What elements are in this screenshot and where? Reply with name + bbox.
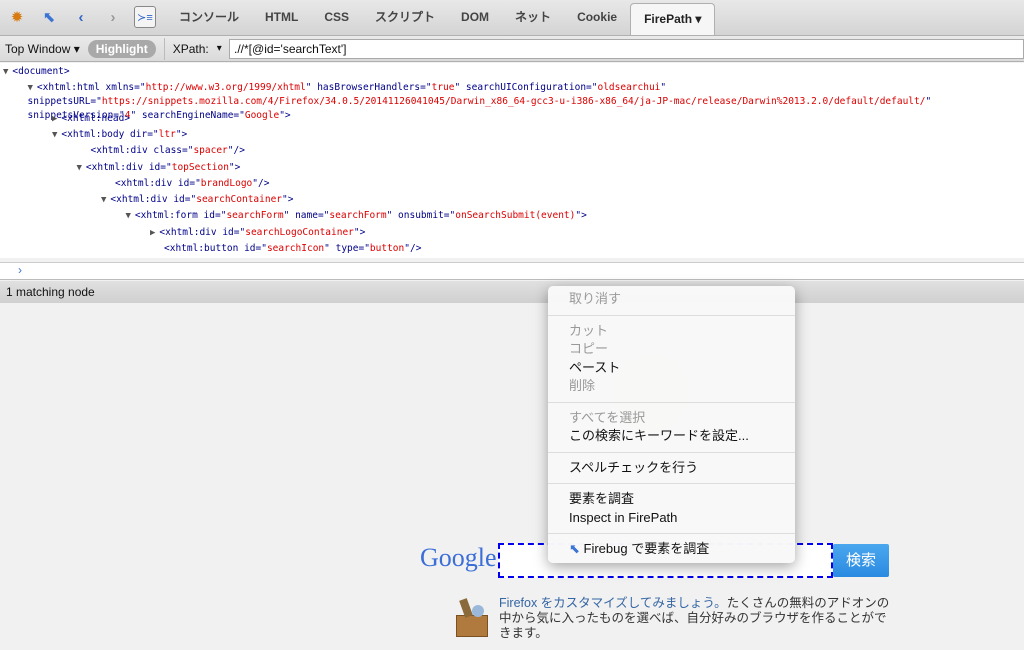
menu-item-label: コピー <box>569 341 609 356</box>
tree-node[interactable]: ▼ <xhtml:form id="searchForm" name="searc… <box>126 209 587 223</box>
html-tree: ▼ <document> ▼ <xhtml:html xmlns="http://ww… <box>0 63 1024 258</box>
menu-separator <box>548 401 795 403</box>
tab-[interactable]: コンソール <box>166 0 252 35</box>
inspect-icon[interactable]: ⬉ <box>38 6 60 28</box>
menu-separator <box>548 451 795 453</box>
menu-item-label: スペルチェックを行う <box>569 459 699 475</box>
promo-text: Firefox をカスタマイズしてみましょう。たくさんの無料のアドオンの中から気… <box>499 596 894 641</box>
menu-item: 削除 <box>548 377 795 396</box>
tree-node[interactable]: <xhtml:div class="spacer"/> <box>77 144 245 158</box>
forward-icon[interactable]: › <box>102 6 124 28</box>
menu-item[interactable]: ⬉ Firebug で要素を調査 <box>548 540 795 559</box>
google-logo: Google <box>420 543 497 572</box>
tree-node[interactable]: ▼ <xhtml:div id="topSection"> <box>77 161 241 175</box>
expand-toggle-icon[interactable]: ▼ <box>3 67 8 77</box>
tree-node[interactable]: ▼ <xhtml:div id="searchContainer"> <box>101 193 293 207</box>
menu-item: すべてを選択 <box>548 409 795 428</box>
addons-box-icon <box>452 597 492 639</box>
menu-item-label: 要素を調査 <box>569 491 635 506</box>
tree-node[interactable]: ▶ <xhtml:div id="searchLogoContainer"> <box>150 226 365 240</box>
xpath-dropdown[interactable]: ▾ <box>217 43 222 54</box>
tab-css[interactable]: CSS <box>311 0 362 35</box>
back-icon[interactable]: ‹ <box>70 6 92 28</box>
menu-separator <box>548 533 795 534</box>
tab-[interactable]: ネット <box>502 0 564 35</box>
expand-toggle-icon[interactable]: ▼ <box>101 195 106 205</box>
menu-item[interactable]: ペースト <box>548 359 795 378</box>
menu-item[interactable]: スペルチェックを行う <box>548 459 795 478</box>
menu-item-label: 取り消す <box>569 291 622 306</box>
tree-node[interactable]: <xhtml:div id="brandLogo"/> <box>101 177 269 191</box>
menu-item-label: Inspect in FirePath <box>569 509 678 525</box>
tree-node[interactable]: <xhtml:button id="searchIcon" type="butt… <box>150 242 421 256</box>
command-line-icon[interactable]: ≻≡ <box>134 6 156 28</box>
search-button[interactable]: 検索 <box>833 544 889 577</box>
firepath-toolbar: Top Window ▾ Highlight XPath: ▾ .//*[@id… <box>0 36 1024 62</box>
menu-item-label: 削除 <box>569 378 596 393</box>
tab-dom[interactable]: DOM <box>448 0 502 35</box>
command-line[interactable]: › <box>0 262 1024 280</box>
expand-toggle-icon[interactable]: ▶ <box>52 114 57 124</box>
menu-separator <box>548 314 795 316</box>
customize-link[interactable]: Firefox をカスタマイズしてみましょう。 <box>499 596 727 610</box>
menu-item-label: カット <box>569 322 609 338</box>
menu-item-label: ペースト <box>569 359 621 375</box>
tab-firepath[interactable]: FirePath ▾ <box>630 3 716 35</box>
status-bar: 1 matching node <box>0 281 1024 303</box>
menu-item-label: Firebug で要素を調査 <box>583 541 710 556</box>
menu-separator <box>548 483 795 484</box>
tab-cookie[interactable]: Cookie <box>564 0 630 35</box>
tree-node[interactable]: ▼ <document> <box>3 65 70 79</box>
tree-node[interactable]: ▶ <xhtml:head> <box>52 112 130 126</box>
tree-node[interactable]: ▼ <xhtml:body dir="ltr"> <box>52 128 187 142</box>
highlight-button[interactable]: Highlight <box>87 39 156 58</box>
tree-node[interactable]: ▼ <xhtml:html xmlns="http://www.w3.org/19… <box>28 81 1024 121</box>
firebug-tab-bar: ✹ ⬉ ‹ › ≻≡ コンソール HTML CSS スクリプト DOM ネット Cookie… <box>0 0 1024 36</box>
menu-item: 取り消す <box>548 290 795 309</box>
xpath-label: XPath: <box>172 41 209 56</box>
menu-item[interactable]: この検索にキーワードを設定... <box>548 427 795 446</box>
expand-toggle-icon[interactable]: ▶ <box>150 228 155 238</box>
expand-toggle-icon[interactable]: ▼ <box>77 163 82 173</box>
menu-item: カット <box>548 322 795 341</box>
expand-toggle-icon[interactable]: ▼ <box>28 83 33 93</box>
tab-html[interactable]: HTML <box>252 0 311 35</box>
top-window-dropdown[interactable]: Top Window ▾ <box>5 42 80 56</box>
tab-[interactable]: スクリプト <box>362 0 448 35</box>
firebug-inspect-icon: ⬉ <box>569 541 584 556</box>
command-prompt: › <box>18 263 22 277</box>
menu-item-label: すべてを選択 <box>569 409 646 425</box>
menu-item-label: この検索にキーワードを設定... <box>569 428 749 443</box>
context-menu: 取り消すカットコピーペースト削除すべてを選択この検索にキーワードを設定... スペ… <box>548 286 795 563</box>
firebug-icon[interactable]: ✹ <box>6 6 28 28</box>
expand-toggle-icon[interactable]: ▼ <box>52 130 57 140</box>
menu-item: コピー <box>548 340 795 359</box>
divider <box>163 37 165 60</box>
menu-item[interactable]: Inspect in FirePath <box>548 509 795 528</box>
xpath-input[interactable]: .//*[@id='searchText'] <box>229 39 1024 59</box>
expand-toggle-icon[interactable]: ▼ <box>126 211 131 221</box>
menu-item[interactable]: 要素を調査 <box>548 490 795 509</box>
